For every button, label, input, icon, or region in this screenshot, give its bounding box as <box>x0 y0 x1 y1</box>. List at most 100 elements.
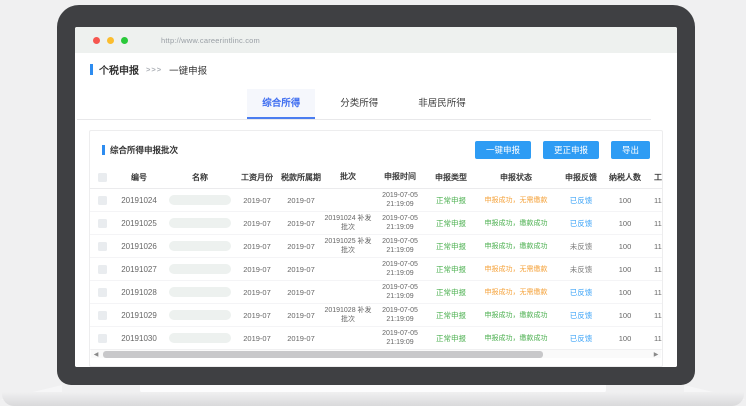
declare-date: 2019-07-05 <box>382 261 418 268</box>
cell-declare-time: 2019-07-0521:19:09 <box>372 214 428 233</box>
accent-bar-icon <box>102 145 105 155</box>
cell-declare-type: 正常申报 <box>428 310 474 321</box>
row-checkbox[interactable] <box>98 219 107 228</box>
window-maximize-icon[interactable] <box>121 37 128 44</box>
row-checkbox-cell <box>90 265 114 274</box>
declare-clock: 21:19:09 <box>386 339 413 346</box>
col-header-batch: 批次 <box>324 172 372 183</box>
col-header-tax-period: 税款所属期 <box>278 172 324 183</box>
redacted-name-pill <box>169 310 231 320</box>
cell-declare-type: 正常申报 <box>428 287 474 298</box>
cell-tax-period: 2019-07 <box>278 196 324 205</box>
window-minimize-icon[interactable] <box>107 37 114 44</box>
cell-tax-period: 2019-07 <box>278 219 324 228</box>
redacted-name-pill <box>169 333 231 343</box>
row-checkbox-cell <box>90 334 114 343</box>
cell-declare-time: 2019-07-0521:19:09 <box>372 260 428 279</box>
correct-declare-button[interactable]: 更正申报 <box>543 141 599 159</box>
cell-taxpayer-count: 100 <box>604 219 646 228</box>
cell-batch: 20191025 补发批次 <box>324 237 372 256</box>
cell-declare-time: 2019-07-0521:19:09 <box>372 237 428 256</box>
cell-declare-time: 2019-07-0521:19:09 <box>372 191 428 210</box>
declare-clock: 21:19:09 <box>386 224 413 231</box>
tab-nonresident-income[interactable]: 非居民所得 <box>403 89 481 119</box>
laptop-mockup: http://www.careerintlinc.com 个税申报 >>> 一键… <box>0 0 746 406</box>
cell-batch: 20191028 补发批次 <box>324 306 372 325</box>
cell-tax-period: 2019-07 <box>278 311 324 320</box>
cell-declare-type: 正常申报 <box>428 264 474 275</box>
tab-comprehensive-income[interactable]: 综合所得 <box>247 89 315 119</box>
cell-declare-time: 2019-07-0521:19:09 <box>372 283 428 302</box>
cell-feedback[interactable]: 未反馈 <box>558 241 604 252</box>
cell-feedback[interactable]: 已反馈 <box>558 310 604 321</box>
table-row[interactable]: 20191024 2019-07 2019-07 2019-07-0521:19… <box>90 189 662 212</box>
cell-declare-type: 正常申报 <box>428 195 474 206</box>
col-header-declare-type: 申报类型 <box>428 172 474 183</box>
declare-clock: 21:19:09 <box>386 247 413 254</box>
row-checkbox-cell <box>90 288 114 297</box>
row-checkbox[interactable] <box>98 288 107 297</box>
laptop-screen-frame: http://www.careerintlinc.com 个税申报 >>> 一键… <box>57 5 695 385</box>
cell-taxpayer-count: 100 <box>604 288 646 297</box>
cell-feedback[interactable]: 已反馈 <box>558 218 604 229</box>
cell-batch: 20191024 补发批次 <box>324 214 372 233</box>
scrollbar-track[interactable] <box>101 351 651 358</box>
table-row[interactable]: 20191027 2019-07 2019-07 2019-07-0521:19… <box>90 258 662 281</box>
col-header-taxpayer-count: 纳税人数 <box>604 172 646 183</box>
table-row[interactable]: 20191029 2019-07 2019-07 20191028 补发批次 2… <box>90 304 662 327</box>
cell-taxpayer-count: 100 <box>604 265 646 274</box>
cell-feedback[interactable]: 未反馈 <box>558 264 604 275</box>
cell-feedback[interactable]: 已反馈 <box>558 195 604 206</box>
screen-content: http://www.careerintlinc.com 个税申报 >>> 一键… <box>75 27 677 367</box>
cell-name-redacted <box>164 333 236 343</box>
select-all-checkbox-cell <box>90 173 114 182</box>
tab-classified-income[interactable]: 分类所得 <box>325 89 393 119</box>
select-all-checkbox[interactable] <box>98 173 107 182</box>
cell-tax-period: 2019-07 <box>278 265 324 274</box>
table-row[interactable]: 20191026 2019-07 2019-07 20191025 补发批次 2… <box>90 235 662 258</box>
cell-declare-status: 申报成功，缴款成功 <box>474 310 558 320</box>
row-checkbox[interactable] <box>98 242 107 251</box>
row-checkbox-cell <box>90 196 114 205</box>
income-type-tabs: 综合所得 分类所得 非居民所得 <box>77 89 651 120</box>
panel-header: 综合所得申报批次 一键申报 更正申报 导出 <box>90 131 662 163</box>
export-button[interactable]: 导出 <box>611 141 650 159</box>
cell-feedback[interactable]: 已反馈 <box>558 333 604 344</box>
scroll-right-icon[interactable]: ▶ <box>651 351 661 358</box>
declare-date: 2019-07-05 <box>382 330 418 337</box>
one-click-declare-button[interactable]: 一键申报 <box>475 141 531 159</box>
window-close-icon[interactable] <box>93 37 100 44</box>
scroll-left-icon[interactable]: ◀ <box>91 351 101 358</box>
declare-date: 2019-07-05 <box>382 284 418 291</box>
cell-taxpayer-count: 100 <box>604 196 646 205</box>
cell-feedback[interactable]: 已反馈 <box>558 287 604 298</box>
cell-name-redacted <box>164 241 236 251</box>
cell-name-redacted <box>164 195 236 205</box>
cell-declare-type: 正常申报 <box>428 241 474 252</box>
panel-title: 综合所得申报批次 <box>110 144 178 156</box>
table-row[interactable]: 20191030 2019-07 2019-07 2019-07-0521:19… <box>90 327 662 350</box>
row-checkbox[interactable] <box>98 265 107 274</box>
breadcrumb-section[interactable]: 个税申报 <box>99 62 139 77</box>
horizontal-scrollbar[interactable]: ◀ ▶ <box>91 349 661 358</box>
scrollbar-thumb[interactable] <box>103 351 543 358</box>
declare-clock: 21:19:09 <box>386 316 413 323</box>
row-checkbox[interactable] <box>98 196 107 205</box>
cell-declare-status: 申报成功，缴款成功 <box>474 333 558 343</box>
declare-date: 2019-07-05 <box>382 307 418 314</box>
table-row[interactable]: 20191025 2019-07 2019-07 20191024 补发批次 2… <box>90 212 662 235</box>
cell-truncated: 11 <box>646 311 663 320</box>
table-row[interactable]: 20191028 2019-07 2019-07 2019-07-0521:19… <box>90 281 662 304</box>
address-url[interactable]: http://www.careerintlinc.com <box>161 36 260 45</box>
redacted-name-pill <box>169 195 231 205</box>
redacted-name-pill <box>169 241 231 251</box>
cell-salary-month: 2019-07 <box>236 265 278 274</box>
row-checkbox[interactable] <box>98 311 107 320</box>
cell-taxpayer-count: 100 <box>604 242 646 251</box>
row-checkbox[interactable] <box>98 334 107 343</box>
cell-salary-month: 2019-07 <box>236 288 278 297</box>
breadcrumb: 个税申报 >>> 一键申报 <box>90 62 677 77</box>
col-header-name: 名称 <box>164 172 236 183</box>
cell-id: 20191026 <box>114 242 164 251</box>
cell-id: 20191027 <box>114 265 164 274</box>
